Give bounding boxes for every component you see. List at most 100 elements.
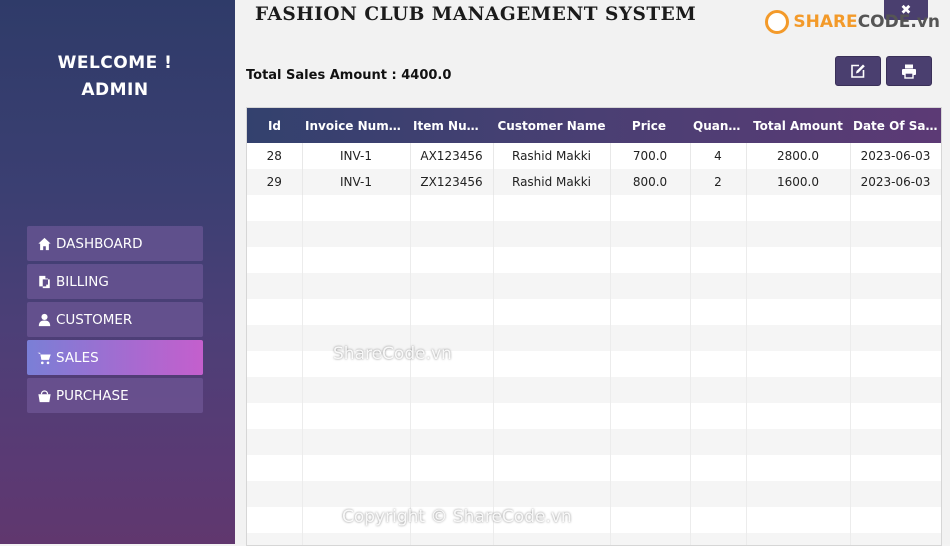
cell-item-number: ZX123456 — [410, 169, 494, 195]
empty-cell — [493, 351, 611, 377]
empty-cell — [610, 351, 691, 377]
empty-cell — [746, 377, 851, 403]
empty-cell — [247, 273, 303, 299]
empty-cell — [493, 299, 611, 325]
empty-cell — [746, 429, 851, 455]
column-header-id[interactable]: Id — [247, 108, 302, 143]
empty-cell — [610, 377, 691, 403]
empty-cell — [690, 247, 747, 273]
empty-cell — [410, 403, 494, 429]
empty-cell — [247, 247, 303, 273]
cart-icon — [37, 352, 51, 364]
empty-cell — [410, 481, 494, 507]
cell-quantity: 4 — [690, 143, 747, 169]
empty-cell — [302, 351, 411, 377]
sidebar-item-label: PURCHASE — [56, 387, 129, 404]
empty-cell — [493, 533, 611, 545]
edit-button[interactable] — [835, 56, 881, 86]
cell-date-of-sales: 2023-06-03 — [850, 143, 941, 169]
empty-cell — [247, 455, 303, 481]
empty-table-row — [247, 221, 941, 247]
sidebar: WELCOME ! ADMIN DASHBOARD BILLING CUSTOM… — [0, 0, 235, 544]
empty-cell — [746, 299, 851, 325]
empty-cell — [746, 507, 851, 533]
column-header-date-of-sales[interactable]: Date Of Sales — [850, 108, 941, 143]
empty-cell — [302, 273, 411, 299]
empty-cell — [610, 403, 691, 429]
column-header-item-number[interactable]: Item Number — [410, 108, 493, 143]
empty-cell — [850, 455, 941, 481]
empty-cell — [746, 403, 851, 429]
empty-cell — [410, 299, 494, 325]
print-button[interactable] — [886, 56, 932, 86]
empty-cell — [302, 299, 411, 325]
column-header-quantity[interactable]: Quant... — [690, 108, 746, 143]
empty-cell — [850, 533, 941, 545]
cell-date-of-sales: 2023-06-03 — [850, 169, 941, 195]
empty-cell — [302, 247, 411, 273]
home-icon — [38, 237, 51, 250]
empty-cell — [302, 325, 411, 351]
print-icon — [902, 64, 916, 79]
empty-cell — [746, 195, 851, 221]
empty-cell — [247, 377, 303, 403]
empty-cell — [850, 325, 941, 351]
sidebar-item-customer[interactable]: CUSTOMER — [27, 302, 203, 337]
sidebar-item-purchase[interactable]: PURCHASE — [27, 378, 203, 413]
empty-cell — [690, 377, 747, 403]
column-header-customer-name[interactable]: Customer Name — [493, 108, 610, 143]
total-sales-label: Total Sales Amount : — [246, 68, 397, 83]
logo-ring-icon — [765, 10, 790, 34]
sharecode-logo: SHARECODE.vn — [765, 10, 940, 34]
empty-cell — [746, 481, 851, 507]
welcome-text: WELCOME ! ADMIN — [0, 50, 230, 104]
empty-cell — [410, 429, 494, 455]
empty-table-row — [247, 507, 941, 533]
empty-cell — [610, 429, 691, 455]
cell-total-amount: 1600.0 — [746, 169, 851, 195]
empty-table-row — [247, 273, 941, 299]
empty-cell — [410, 533, 494, 545]
table-header-row: Id Invoice Number Item Number Customer N… — [247, 108, 941, 143]
empty-cell — [302, 195, 411, 221]
empty-cell — [410, 247, 494, 273]
column-header-price[interactable]: Price — [610, 108, 690, 143]
empty-cell — [493, 325, 611, 351]
empty-cell — [247, 481, 303, 507]
empty-cell — [690, 325, 747, 351]
empty-table-row — [247, 299, 941, 325]
sidebar-item-dashboard[interactable]: DASHBOARD — [27, 226, 203, 261]
logo-text: SHARECODE.vn — [793, 12, 940, 32]
column-header-invoice-number[interactable]: Invoice Number — [302, 108, 410, 143]
cell-customer-name: Rashid Makki — [493, 143, 611, 169]
empty-table-row — [247, 377, 941, 403]
empty-cell — [690, 481, 747, 507]
empty-cell — [690, 273, 747, 299]
sidebar-item-billing[interactable]: BILLING — [27, 264, 203, 299]
table-row[interactable]: 28 INV-1 AX123456 Rashid Makki 700.0 4 2… — [247, 143, 941, 169]
empty-table-row — [247, 481, 941, 507]
empty-cell — [410, 221, 494, 247]
empty-cell — [610, 533, 691, 545]
sales-table: Id Invoice Number Item Number Customer N… — [246, 107, 942, 546]
empty-cell — [302, 533, 411, 545]
cell-item-number: AX123456 — [410, 143, 494, 169]
empty-cell — [302, 221, 411, 247]
empty-cell — [302, 403, 411, 429]
empty-cell — [247, 351, 303, 377]
empty-cell — [850, 429, 941, 455]
copy-icon — [39, 275, 50, 288]
empty-cell — [850, 377, 941, 403]
empty-cell — [410, 455, 494, 481]
empty-cell — [410, 351, 494, 377]
page-title: FASHION CLUB MANAGEMENT SYSTEM — [255, 4, 697, 25]
empty-table-row — [247, 247, 941, 273]
table-row[interactable]: 29 INV-1 ZX123456 Rashid Makki 800.0 2 1… — [247, 169, 941, 195]
empty-cell — [247, 403, 303, 429]
cell-invoice-number: INV-1 — [302, 169, 411, 195]
empty-cell — [247, 195, 303, 221]
column-header-total-amount[interactable]: Total Amount — [746, 108, 850, 143]
sidebar-item-sales[interactable]: SALES — [27, 340, 203, 375]
user-icon — [38, 313, 51, 326]
empty-cell — [302, 481, 411, 507]
